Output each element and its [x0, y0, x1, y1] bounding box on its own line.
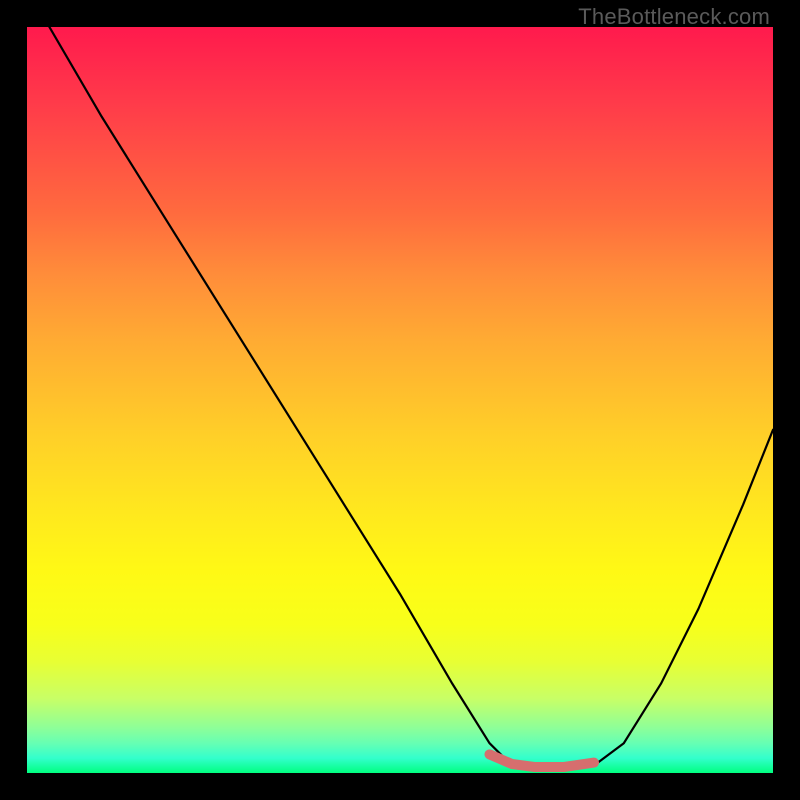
chart-frame: TheBottleneck.com	[0, 0, 800, 800]
plot-area	[27, 27, 773, 773]
bottleneck-curve	[49, 27, 773, 769]
curve-layer	[27, 27, 773, 773]
optimal-zone-highlight	[490, 754, 595, 767]
